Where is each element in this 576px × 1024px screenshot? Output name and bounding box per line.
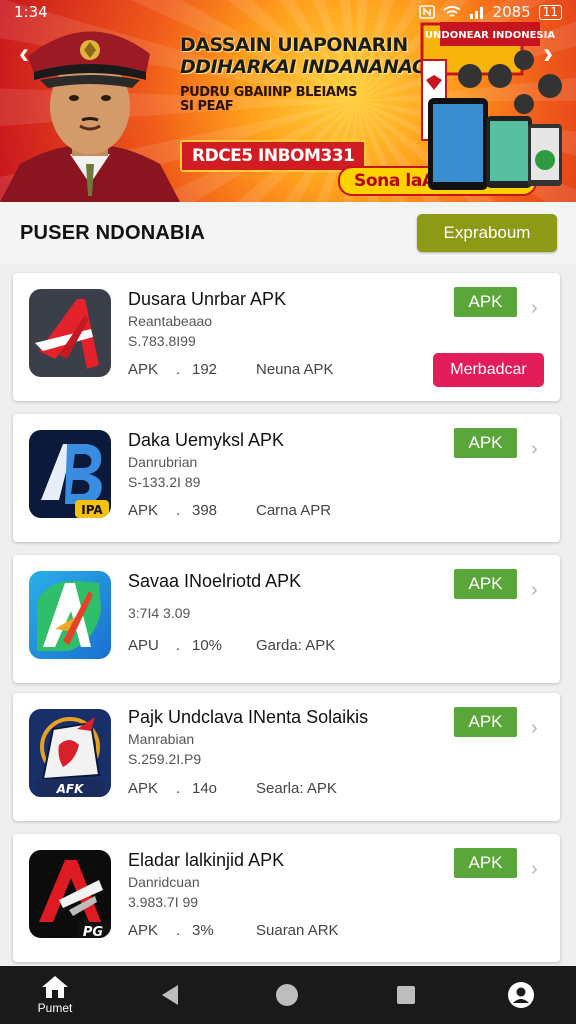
app-developer: Reantabeaao [128,313,213,329]
section-title: PUSER NDONABIA [20,222,206,244]
app-count: 398 [192,502,218,519]
banner-line1: DASSAIN UIAPONARIN [180,34,408,56]
banner-line2: DDIHARKAI INDANANAC [180,56,426,78]
app-name: Pajk Undclava INenta Solaikis [128,707,369,727]
app-size: S.259.2I.P9 [128,751,202,767]
recents-square-icon [397,986,415,1004]
meta-dot: . [176,502,181,519]
app-count: 14o [192,780,218,797]
meta-dot: . [176,637,181,654]
apk-badge[interactable]: APK [454,287,517,317]
home-circle-icon [276,984,298,1006]
app-icon-tag: IPA [81,503,103,517]
app-count: 10% [192,637,223,654]
app-card-3[interactable]: Savaa INoelriotd APK 3:7I4 3.09 APU . 10… [13,555,560,683]
home-icon [42,976,68,998]
meta-dot: . [176,361,181,378]
status-time: 1:34 [14,3,48,21]
app-size: S.783.8I99 [128,333,196,349]
app-icon-tag: AFK [56,782,85,796]
app-card-1[interactable]: Dusara Unrbar APK Reantabeaao S.783.8I99… [13,273,560,401]
app-card-4[interactable]: AFK Pajk Undclava INenta Solaikis Manrab… [13,693,560,821]
app-size: 3.983.7I 99 [128,894,199,910]
app-source: Searla: APK [256,780,337,797]
app-source: Garda: APK [256,637,336,654]
app-count: 3% [192,922,214,939]
section-header: PUSER NDONABIA Expraboum [0,202,576,264]
app-icon-1 [29,289,111,377]
apk-badge[interactable]: APK [454,707,517,737]
promo-code-label: RDCE5 INBOM331 [180,140,367,172]
banner-line3: PUDRU GBAIINP BLEIAMS [180,85,358,100]
app-icon-3 [29,571,111,659]
app-name: Eladar lalkinjid APK [128,850,285,870]
banner-prev-arrow-icon[interactable]: ‹ [10,39,38,69]
app-logo-icon [29,289,111,377]
app-count: 192 [192,361,218,378]
banner-line4: SI PEAF [180,99,234,114]
nav-home-circle-button[interactable] [266,966,308,1024]
app-type: APK [128,780,159,797]
app-icon-4: AFK [29,709,111,797]
app-logo-icon: PG [29,850,111,938]
chevron-right-icon[interactable]: › [531,858,538,881]
app-developer: Danrubrian [128,454,198,470]
apk-badge[interactable]: APK [454,569,517,599]
meta-dot: . [176,922,181,939]
status-icons: 2085 11 [418,3,562,21]
nav-home-button[interactable]: Pumet [22,966,88,1024]
app-icon-5: PG [29,850,111,938]
app-source: Suaran ARK [256,922,339,939]
apk-badge[interactable]: APK [454,428,517,458]
nav-back-button[interactable] [150,966,190,1024]
battery-level: 2085 [492,3,531,21]
chevron-right-icon[interactable]: › [531,438,538,461]
app-type: APK [128,922,159,939]
app-card-5[interactable]: PG Eladar lalkinjid APK Danridcuan 3.983… [13,834,560,962]
app-size: 3:7I4 3.09 [128,605,191,621]
app-logo-icon: IPA [29,430,111,518]
app-logo-icon [29,571,111,659]
explore-button[interactable]: Expraboum [417,214,557,252]
app-logo-icon: AFK [29,709,111,797]
app-name: Savaa INoelriotd APK [128,571,302,591]
app-name: Daka Uemyksl APK [128,430,285,450]
app-icon-2: IPA [29,430,111,518]
bottom-navigation-bar: Pumet [0,966,576,1024]
apk-badge[interactable]: APK [454,848,517,878]
chevron-right-icon[interactable]: › [531,579,538,602]
meta-dot: . [176,780,181,797]
nav-recents-button[interactable] [386,966,426,1024]
app-type: APK [128,361,159,378]
battery-icon: 11 [538,4,562,20]
app-type: APU [128,637,159,654]
nav-profile-button[interactable] [500,966,542,1024]
app-developer: Manrabian [128,731,195,747]
download-button[interactable]: Merbadcar [433,353,544,387]
status-bar: 1:34 2085 11 [0,0,576,24]
app-developer: Danridcuan [128,874,200,890]
banner-headline: DASSAIN UIAPONARIN DDIHARKAI INDANANAC P… [180,34,426,114]
app-name: Dusara Unrbar APK [128,289,287,309]
app-size: S-133.2I 89 [128,474,201,490]
chevron-right-icon[interactable]: › [531,297,538,320]
signal-icon [469,7,483,19]
nfc-icon [418,5,435,19]
wifi-icon [442,6,461,17]
app-card-2[interactable]: IPA Daka Uemyksl APK Danrubrian S-133.2I… [13,414,560,542]
app-type: APK [128,502,159,519]
profile-icon [508,982,534,1008]
app-source: Neuna APK [256,361,334,378]
back-triangle-icon [162,985,178,1005]
promo-banner[interactable]: DASSAIN UIAPONARIN DDIHARKAI INDANANAC P… [0,0,576,202]
app-icon-tag: PG [83,925,104,938]
app-source: Carna APR [256,502,332,519]
chevron-right-icon[interactable]: › [531,717,538,740]
banner-next-arrow-icon[interactable]: › [534,39,562,69]
nav-home-label: Pumet [37,1001,73,1015]
